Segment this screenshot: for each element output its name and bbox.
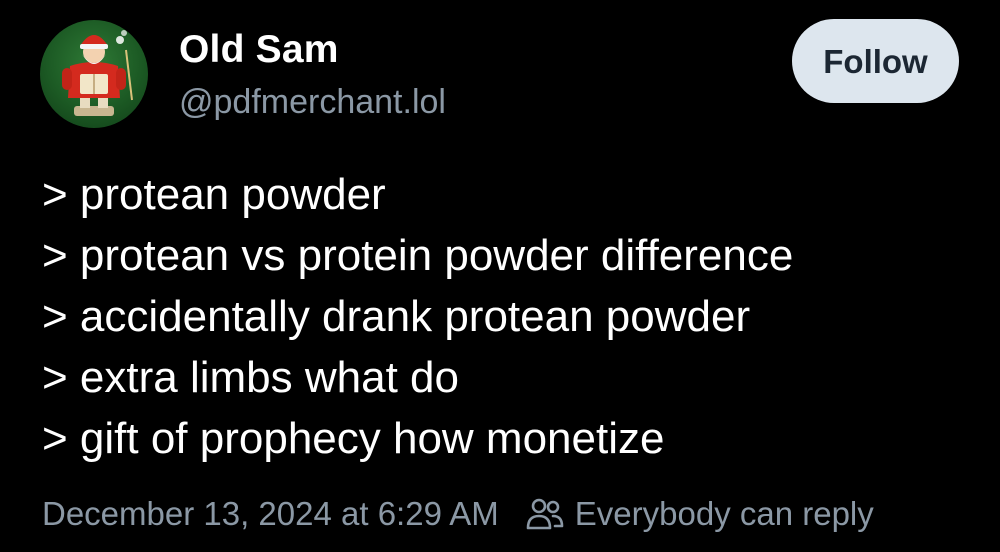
post-line: > protean powder xyxy=(42,170,386,219)
author-handle[interactable]: @pdfmerchant.lol xyxy=(179,82,446,122)
post-line: > gift of prophecy how monetize xyxy=(42,414,665,463)
post-text: > protean powder > protean vs protein po… xyxy=(42,164,982,469)
post-line: > accidentally drank protean powder xyxy=(42,292,751,341)
author-avatar[interactable] xyxy=(40,20,148,128)
follow-button[interactable]: Follow xyxy=(792,19,959,103)
post-line: > protean vs protein powder difference xyxy=(42,231,794,280)
avatar-image xyxy=(62,30,133,116)
people-icon xyxy=(525,496,565,532)
post-card: Old Sam @pdfmerchant.lol Follow > protea… xyxy=(0,0,1000,552)
post-timestamp[interactable]: December 13, 2024 at 6:29 AM xyxy=(42,495,499,533)
author-display-name[interactable]: Old Sam xyxy=(179,28,339,72)
reply-setting-label[interactable]: Everybody can reply xyxy=(575,495,874,533)
post-meta: December 13, 2024 at 6:29 AM Everybody c… xyxy=(42,492,874,536)
post-line: > extra limbs what do xyxy=(42,353,459,402)
